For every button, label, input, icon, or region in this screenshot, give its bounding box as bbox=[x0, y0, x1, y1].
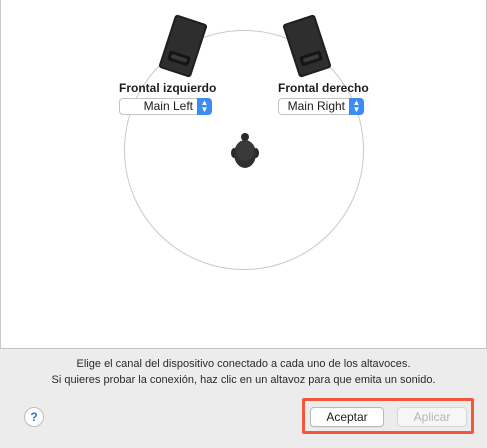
chevron-updown-icon: ▲ ▼ bbox=[349, 98, 364, 115]
stepper-down-glyph: ▼ bbox=[200, 105, 209, 114]
help-button[interactable]: ? bbox=[24, 407, 44, 427]
front-right-label: Frontal derecho bbox=[278, 81, 369, 95]
info-text-line1: Elige el canal del dispositivo conectado… bbox=[76, 358, 411, 370]
front-left-channel-select[interactable]: Main Left ▲ ▼ bbox=[119, 98, 212, 115]
front-right-channel-select[interactable]: Main Right ▲ ▼ bbox=[278, 98, 364, 115]
chevron-updown-icon: ▲ ▼ bbox=[197, 98, 212, 115]
apply-button[interactable]: Aplicar bbox=[397, 407, 467, 427]
ok-button[interactable]: Aceptar bbox=[310, 407, 384, 427]
front-right-channel-value: Main Right bbox=[287, 99, 345, 113]
speaker-icon bbox=[282, 14, 332, 78]
speaker-icon bbox=[158, 14, 208, 78]
speaker-setup-panel: Frontal izquierdo Main Left ▲ ▼ Frontal … bbox=[0, 0, 487, 349]
front-right-speaker[interactable] bbox=[278, 14, 336, 78]
stepper-down-glyph: ▼ bbox=[352, 105, 361, 114]
front-left-label: Frontal izquierdo bbox=[119, 81, 217, 95]
front-left-channel-value: Main Left bbox=[143, 99, 193, 113]
info-text-line2: Si quieres probar la conexión, haz clic … bbox=[51, 374, 436, 386]
listener-head-icon bbox=[230, 131, 260, 176]
front-left-speaker[interactable] bbox=[154, 14, 212, 78]
